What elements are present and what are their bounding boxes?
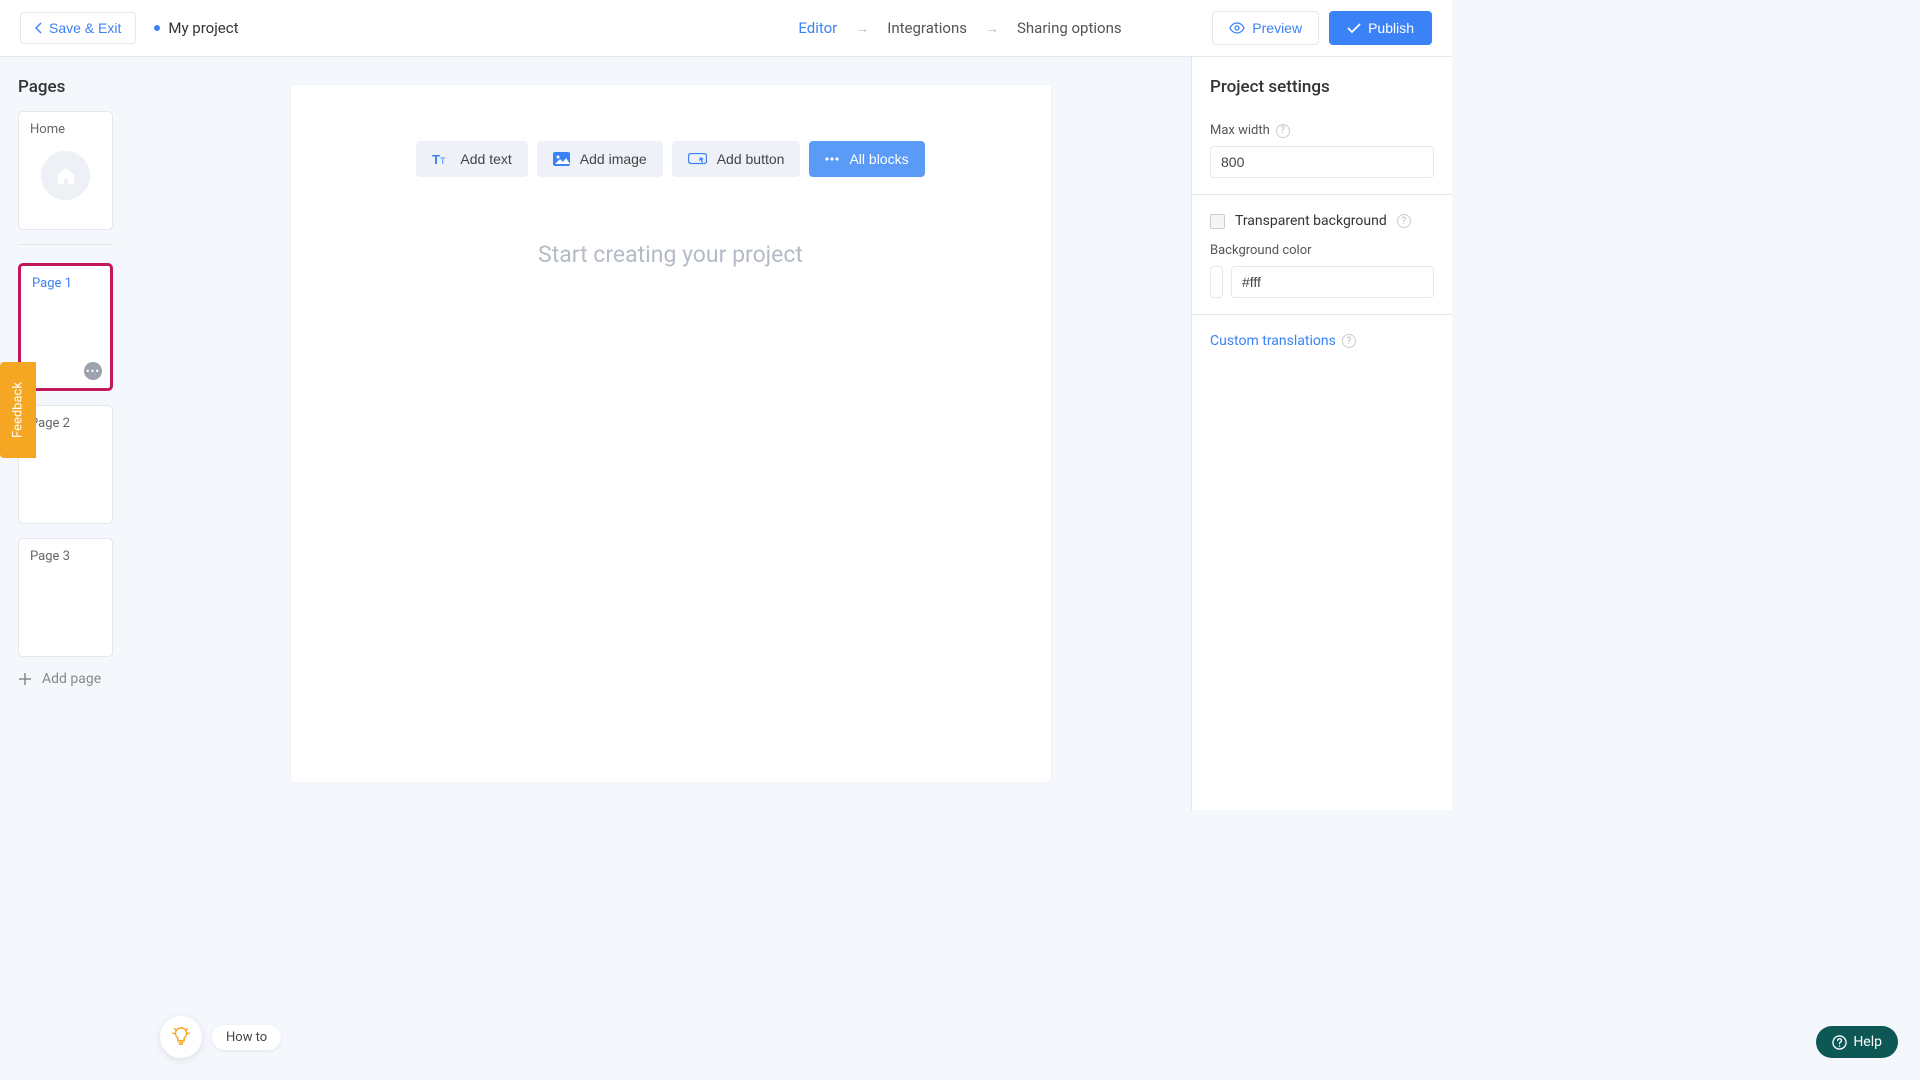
preview-button[interactable]: Preview [1212, 11, 1319, 45]
header-right: Preview Publish [1212, 11, 1432, 45]
canvas-placeholder: Start creating your project [538, 241, 803, 268]
max-width-input[interactable] [1210, 146, 1434, 178]
max-width-label: Max width [1210, 123, 1270, 138]
header-nav: Editor → Integrations → Sharing options [798, 19, 1121, 37]
divider [1192, 194, 1452, 195]
help-circle-icon [1832, 1035, 1847, 1050]
project-name[interactable]: My project [154, 19, 238, 37]
howto-widget: How to [160, 1016, 281, 1058]
add-button-label: Add button [717, 151, 785, 167]
eye-icon [1229, 22, 1245, 34]
publish-button[interactable]: Publish [1329, 11, 1432, 45]
page-label: Home [30, 122, 65, 137]
howto-button[interactable]: How to [212, 1025, 281, 1050]
divider [18, 244, 113, 245]
chevron-left-icon [35, 22, 43, 34]
bg-color-input[interactable] [1231, 266, 1434, 298]
add-text-label: Add text [460, 151, 511, 167]
block-toolbar: TT Add text Add image Add button All blo… [416, 141, 924, 177]
chevron-right-icon: → [855, 20, 869, 37]
preview-label: Preview [1252, 20, 1302, 36]
bg-color-label: Background color [1210, 243, 1312, 258]
save-exit-label: Save & Exit [49, 20, 121, 36]
page-label: Page 1 [32, 276, 99, 291]
custom-translations-label: Custom translations [1210, 333, 1336, 349]
nav-editor[interactable]: Editor [798, 19, 837, 37]
transparent-bg-label: Transparent background [1235, 213, 1387, 229]
page-label: Page 3 [30, 549, 101, 564]
dots-icon [825, 157, 839, 161]
text-icon: TT [432, 152, 450, 166]
project-name-text: My project [168, 19, 238, 37]
all-blocks-button[interactable]: All blocks [809, 141, 924, 177]
bg-color-swatch[interactable] [1210, 266, 1223, 298]
nav-sharing[interactable]: Sharing options [1017, 19, 1122, 37]
custom-translations-link[interactable]: Custom translations ? [1210, 333, 1434, 349]
help-icon[interactable]: ? [1276, 124, 1290, 138]
page-thumb-home[interactable]: Home [18, 111, 113, 230]
plus-icon [18, 672, 32, 686]
all-blocks-label: All blocks [849, 151, 908, 167]
image-icon [553, 152, 570, 166]
header-left: Save & Exit My project [20, 12, 239, 44]
transparent-bg-row[interactable]: Transparent background ? [1210, 213, 1434, 229]
bg-color-field: Background color [1210, 243, 1434, 298]
publish-label: Publish [1368, 20, 1414, 36]
chevron-right-icon: → [985, 20, 999, 37]
svg-text:T: T [440, 156, 446, 166]
add-page-button[interactable]: Add page [18, 671, 132, 687]
help-label: Help [1853, 1034, 1882, 1050]
add-button-button[interactable]: Add button [672, 141, 801, 177]
home-icon [41, 151, 90, 200]
page-options-icon[interactable]: ••• [84, 362, 102, 380]
add-image-button[interactable]: Add image [537, 141, 663, 177]
canvas-area: TT Add text Add image Add button All blo… [150, 57, 1191, 810]
nav-integrations[interactable]: Integrations [887, 19, 967, 37]
max-width-field: Max width ? [1210, 123, 1434, 178]
unsaved-dot-icon [154, 25, 160, 31]
page-thumb-3[interactable]: Page 3 [18, 538, 113, 657]
howto-text: How to [226, 1030, 267, 1045]
add-text-button[interactable]: TT Add text [416, 141, 527, 177]
save-exit-button[interactable]: Save & Exit [20, 12, 136, 44]
help-icon[interactable]: ? [1342, 334, 1356, 348]
canvas[interactable]: TT Add text Add image Add button All blo… [291, 85, 1051, 782]
help-button[interactable]: Help [1816, 1026, 1898, 1058]
check-icon [1347, 23, 1361, 34]
add-image-label: Add image [580, 151, 647, 167]
pages-title: Pages [18, 77, 132, 97]
button-icon [688, 153, 707, 165]
settings-title: Project settings [1210, 77, 1434, 97]
add-page-label: Add page [42, 671, 101, 687]
settings-panel: Project settings Max width ? Transparent… [1191, 57, 1452, 810]
help-icon[interactable]: ? [1397, 214, 1411, 228]
feedback-tab[interactable]: Feedback [0, 362, 36, 458]
svg-text:T: T [432, 152, 440, 166]
page-label: Page 2 [30, 416, 101, 431]
howto-bulb-button[interactable] [160, 1016, 202, 1058]
transparent-bg-checkbox[interactable] [1210, 214, 1225, 229]
feedback-label: Feedback [11, 382, 26, 438]
divider [1192, 314, 1452, 315]
lightbulb-icon [170, 1026, 192, 1048]
top-header: Save & Exit My project Editor → Integrat… [0, 0, 1452, 57]
